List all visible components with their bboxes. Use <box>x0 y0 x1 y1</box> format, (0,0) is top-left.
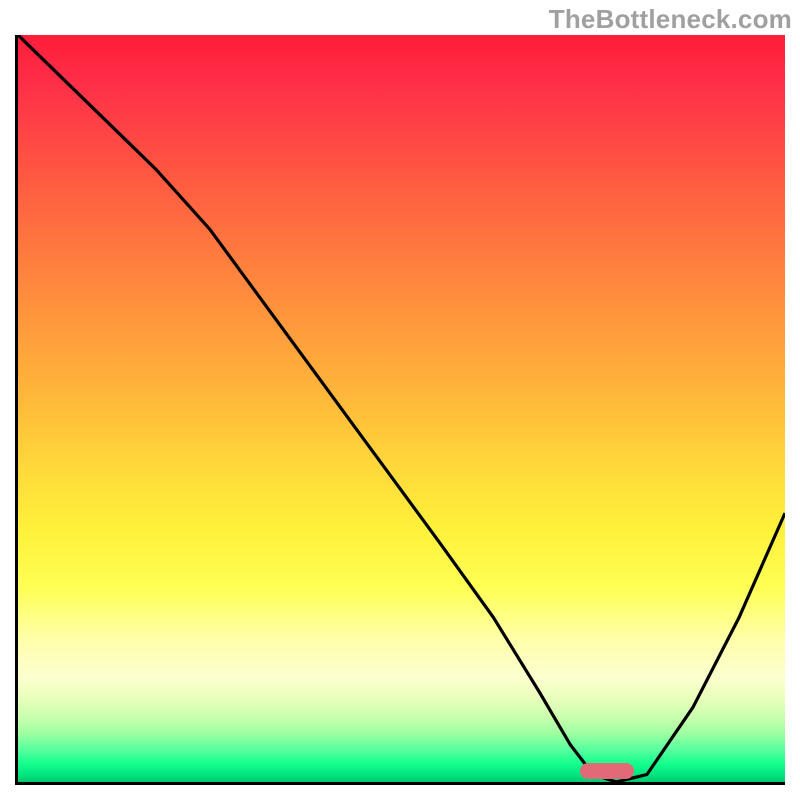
bottleneck-curve-path <box>18 35 785 782</box>
plot-area <box>15 35 785 785</box>
optimal-range-marker <box>580 763 634 779</box>
curve-layer <box>18 35 785 782</box>
watermark-text: TheBottleneck.com <box>549 4 792 35</box>
bottleneck-chart: TheBottleneck.com <box>0 0 800 800</box>
